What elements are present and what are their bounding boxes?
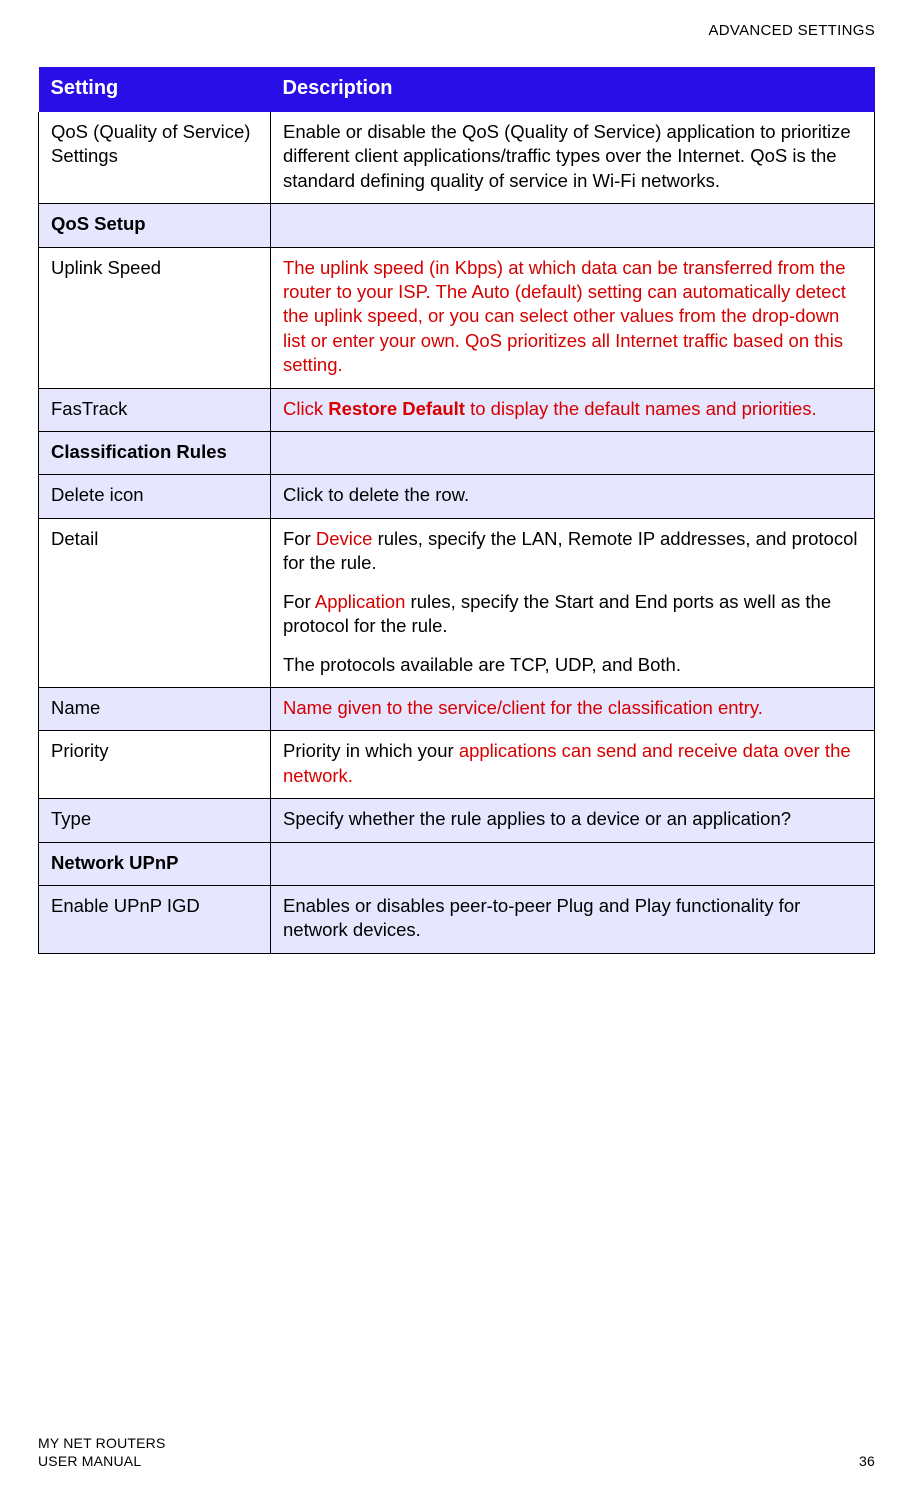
description-text: The uplink speed (in Kbps) at which data… (283, 257, 846, 376)
highlight-text: Application (315, 591, 406, 612)
row-qos-settings: QoS (Quality of Service) Settings Enable… (39, 112, 875, 204)
row-delete-icon: Delete icon Click to delete the row. (39, 475, 875, 518)
setting-cell: Delete icon (39, 475, 271, 518)
section-network-upnp: Network UPnP (39, 842, 875, 885)
description-cell: Specify whether the rule applies to a de… (271, 799, 875, 842)
section-empty (271, 432, 875, 475)
row-uplink-speed: Uplink Speed The uplink speed (in Kbps) … (39, 247, 875, 388)
col-header-description: Description (271, 67, 875, 112)
page-number: 36 (859, 1453, 875, 1471)
description-text: Name given to the service/client for the… (283, 697, 763, 718)
setting-cell: FasTrack (39, 388, 271, 431)
col-header-setting: Setting (39, 67, 271, 112)
description-cell: Enable or disable the QoS (Quality of Se… (271, 112, 875, 204)
setting-cell: Name (39, 687, 271, 730)
setting-cell: Detail (39, 518, 271, 687)
section-empty (271, 204, 875, 247)
row-name: Name Name given to the service/client fo… (39, 687, 875, 730)
paragraph: For Application rules, specify the Start… (283, 590, 862, 639)
section-label: Classification Rules (39, 432, 271, 475)
paragraph: For Device rules, specify the LAN, Remot… (283, 527, 862, 576)
description-cell: Priority in which your applications can … (271, 731, 875, 799)
section-empty (271, 842, 875, 885)
description-cell: The uplink speed (in Kbps) at which data… (271, 247, 875, 388)
footer-line-2: USER MANUAL (38, 1453, 875, 1471)
paragraph: The protocols available are TCP, UDP, an… (283, 653, 862, 677)
description-cell: Click Restore Default to display the def… (271, 388, 875, 431)
highlight-text: Device (316, 528, 373, 549)
page-footer: MY NET ROUTERS USER MANUAL 36 (38, 1435, 875, 1470)
setting-cell: Enable UPnP IGD (39, 885, 271, 953)
setting-cell: Type (39, 799, 271, 842)
restore-default-label: Restore Default (328, 398, 465, 419)
text: For (283, 528, 316, 549)
page-section-header: ADVANCED SETTINGS (38, 22, 875, 39)
section-label: Network UPnP (39, 842, 271, 885)
section-qos-setup: QoS Setup (39, 204, 875, 247)
text: Priority in which your (283, 740, 459, 761)
row-type: Type Specify whether the rule applies to… (39, 799, 875, 842)
row-enable-upnp-igd: Enable UPnP IGD Enables or disables peer… (39, 885, 875, 953)
description-cell: Enables or disables peer-to-peer Plug an… (271, 885, 875, 953)
table-header-row: Setting Description (39, 67, 875, 112)
footer-line-1: MY NET ROUTERS (38, 1435, 875, 1453)
section-label: QoS Setup (39, 204, 271, 247)
section-classification-rules: Classification Rules (39, 432, 875, 475)
row-priority: Priority Priority in which your applicat… (39, 731, 875, 799)
text: For (283, 591, 315, 612)
text: Click (283, 398, 328, 419)
setting-cell: Priority (39, 731, 271, 799)
setting-cell: Uplink Speed (39, 247, 271, 388)
description-cell: Click to delete the row. (271, 475, 875, 518)
description-cell: Name given to the service/client for the… (271, 687, 875, 730)
row-fastrack: FasTrack Click Restore Default to displa… (39, 388, 875, 431)
text: to display the default names and priorit… (465, 398, 817, 419)
description-cell: For Device rules, specify the LAN, Remot… (271, 518, 875, 687)
row-detail: Detail For Device rules, specify the LAN… (39, 518, 875, 687)
settings-table: Setting Description QoS (Quality of Serv… (38, 67, 875, 954)
setting-cell: QoS (Quality of Service) Settings (39, 112, 271, 204)
